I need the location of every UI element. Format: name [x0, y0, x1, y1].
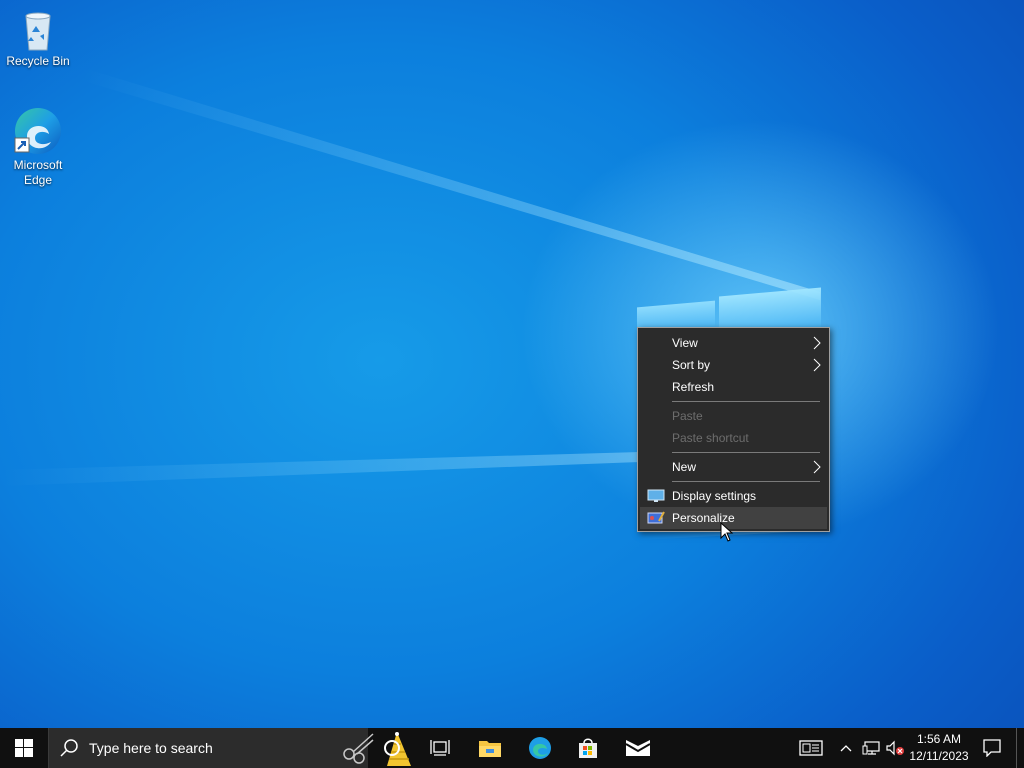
- mail-button[interactable]: [616, 728, 660, 768]
- search-placeholder: Type here to search: [89, 740, 213, 756]
- taskbar: Type here to search 1:56 AM 12/11/2023: [0, 728, 1024, 768]
- menu-item-label: Paste shortcut: [672, 431, 749, 445]
- news-and-interests-button[interactable]: [794, 728, 828, 768]
- file-explorer-icon: [479, 741, 501, 757]
- taskbar-search-box[interactable]: Type here to search: [48, 728, 411, 768]
- menu-item-label: Refresh: [672, 380, 715, 394]
- show-desktop-button[interactable]: [1016, 728, 1017, 768]
- volume-muted-icon: [886, 740, 904, 756]
- recycle-bin-label: Recycle Bin: [6, 54, 70, 68]
- menu-item-display-settings[interactable]: Display settings: [640, 485, 827, 507]
- recycle-bin-icon: [25, 12, 51, 51]
- menu-separator: [672, 401, 820, 402]
- menu-item-refresh[interactable]: Refresh: [640, 376, 827, 398]
- menu-item-paste: Paste: [640, 405, 827, 427]
- action-center-button[interactable]: [976, 728, 1008, 768]
- cortana-button[interactable]: [372, 728, 412, 768]
- search-icon: [60, 739, 78, 757]
- display-icon: [647, 489, 665, 502]
- task-view-icon: [430, 740, 450, 756]
- edge-taskbar-button[interactable]: [520, 728, 560, 768]
- chevron-up-icon: [840, 745, 852, 752]
- menu-item-paste-shortcut: Paste shortcut: [640, 427, 827, 449]
- menu-separator: [672, 452, 820, 453]
- store-button[interactable]: [568, 728, 608, 768]
- recycle-bin-shortcut[interactable]: Recycle Bin: [0, 8, 76, 69]
- chevron-right-icon: [813, 336, 821, 350]
- edge-shortcut[interactable]: Microsoft Edge: [0, 106, 76, 188]
- chevron-right-icon: [813, 460, 821, 474]
- edge-icon: [529, 737, 551, 759]
- menu-item-label: Display settings: [672, 489, 757, 503]
- menu-separator: [672, 481, 820, 482]
- menu-item-view[interactable]: View: [640, 332, 827, 354]
- news-icon: [799, 740, 823, 756]
- notification-icon: [983, 739, 1001, 757]
- desktop-context-menu: View Sort by Refresh Paste Paste shortcu…: [637, 327, 830, 532]
- mouse-cursor-icon: [720, 522, 734, 542]
- store-icon: [579, 738, 597, 758]
- desktop[interactable]: Recycle Bin Microsoft Edge View Sort by …: [0, 0, 1024, 728]
- windows-start-icon: [15, 739, 33, 757]
- file-explorer-button[interactable]: [470, 728, 510, 768]
- wallpaper-windows-logo: [637, 287, 823, 337]
- menu-item-label: Paste: [672, 409, 703, 423]
- wallpaper-light-beams: [0, 70, 830, 540]
- cortana-icon: [384, 740, 400, 756]
- clock-time: 1:56 AM: [916, 732, 962, 746]
- network-tray-button[interactable]: [860, 728, 882, 768]
- chevron-right-icon: [813, 358, 821, 372]
- start-button[interactable]: [0, 728, 48, 768]
- network-icon: [862, 741, 880, 755]
- edge-label-line2: Edge: [23, 173, 53, 187]
- edge-label-line1: Microsoft: [13, 158, 63, 172]
- personalize-icon: [647, 511, 665, 524]
- edge-icon: [14, 108, 61, 154]
- menu-item-new[interactable]: New: [640, 456, 827, 478]
- volume-tray-button[interactable]: [884, 728, 906, 768]
- menu-item-label: Sort by: [672, 358, 711, 372]
- menu-item-sort-by[interactable]: Sort by: [640, 354, 827, 376]
- mail-icon: [625, 740, 651, 756]
- menu-item-label: New: [672, 460, 697, 474]
- taskbar-clock[interactable]: 1:56 AM 12/11/2023: [906, 731, 972, 765]
- clock-date: 12/11/2023: [909, 749, 969, 763]
- show-hidden-icons-button[interactable]: [836, 728, 856, 768]
- task-view-button[interactable]: [420, 728, 460, 768]
- menu-item-label: View: [672, 336, 698, 350]
